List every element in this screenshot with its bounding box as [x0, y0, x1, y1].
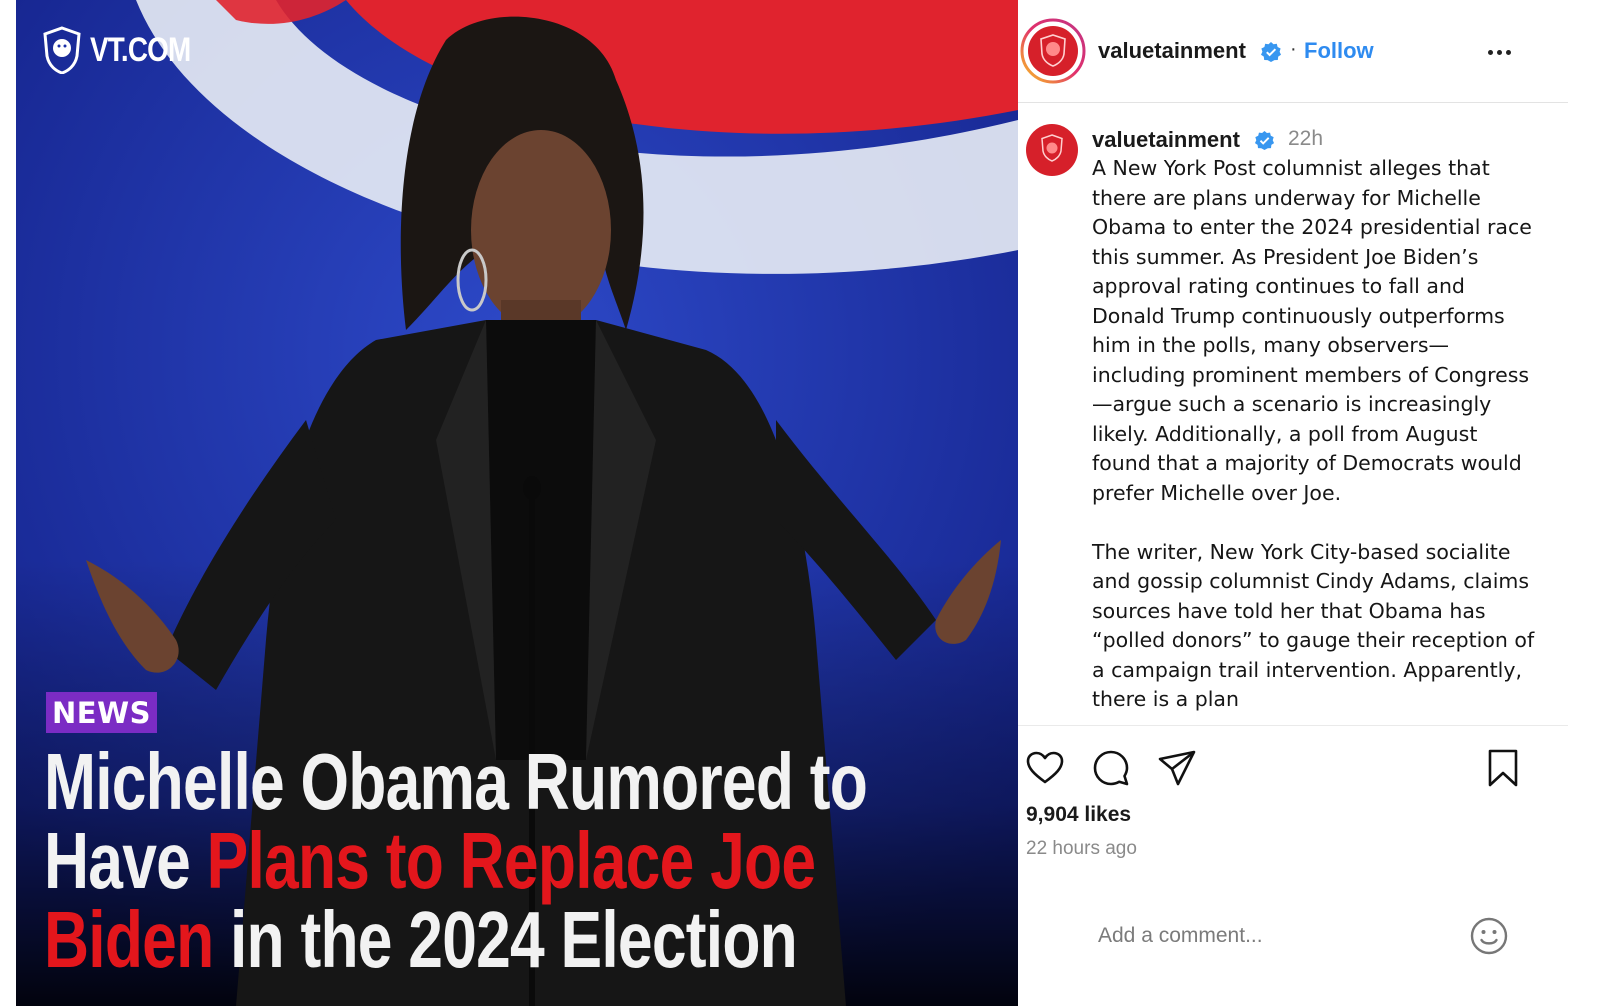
comment-bar — [1018, 895, 1568, 975]
headline-white-segment: in the 2024 Election — [213, 895, 798, 984]
post-age: 22 hours ago — [1026, 838, 1137, 859]
caption-section[interactable]: valuetainment 22h A New York Post column… — [1018, 104, 1568, 724]
caption-paragraph: The writer, New York City-based socialit… — [1092, 539, 1535, 712]
comment-input[interactable] — [1098, 917, 1458, 955]
headline-red-segment: Biden — [44, 895, 214, 984]
vt-logo[interactable]: VT.COM — [42, 26, 212, 74]
follow-button[interactable]: Follow — [1304, 38, 1374, 64]
more-horizontal-icon[interactable] — [1488, 38, 1516, 66]
section-divider — [1018, 725, 1568, 726]
verified-badge-icon — [1254, 130, 1275, 151]
headline: Michelle Obama Rumored to Have Plans to … — [44, 737, 868, 980]
header-username[interactable]: valuetainment — [1098, 38, 1246, 64]
headline-line-2: Have Plans to Replace Joe — [44, 821, 816, 901]
headline-line-3: Biden in the 2024 Election — [44, 900, 798, 980]
smiley-icon[interactable] — [1468, 915, 1510, 957]
caption-timestamp[interactable]: 22h — [1288, 127, 1323, 151]
caption-avatar[interactable] — [1026, 124, 1078, 176]
news-badge: NEWS — [46, 692, 157, 733]
logo-text: VT.COM — [90, 30, 191, 69]
header-separator: · — [1290, 38, 1297, 60]
caption-username[interactable]: valuetainment — [1092, 127, 1240, 153]
action-bar — [1018, 740, 1568, 800]
likes-count[interactable]: 9,904 likes — [1026, 803, 1131, 827]
verified-badge-icon — [1261, 42, 1281, 62]
post-header: valuetainment · Follow — [1018, 0, 1568, 103]
heart-icon[interactable] — [1024, 747, 1066, 789]
headline-line-1: Michelle Obama Rumored to — [44, 737, 868, 826]
post-image[interactable]: VT.COM NEWS Michelle Obama Rumored to Ha… — [16, 0, 1018, 1006]
post-sidebar: valuetainment · Follow valuetainment 22h… — [1018, 0, 1600, 1006]
comment-icon[interactable] — [1090, 747, 1132, 789]
lion-shield-icon — [43, 26, 81, 74]
share-icon[interactable] — [1156, 747, 1198, 789]
headline-white-segment: Have — [44, 816, 207, 905]
profile-avatar[interactable] — [1020, 18, 1086, 84]
headline-red-segment: Plans to Replace Joe — [206, 816, 816, 905]
bookmark-icon[interactable] — [1482, 747, 1524, 789]
caption-paragraph: A New York Post columnist alleges that t… — [1092, 156, 1532, 505]
caption-text: A New York Post columnist alleges that t… — [1092, 154, 1536, 724]
